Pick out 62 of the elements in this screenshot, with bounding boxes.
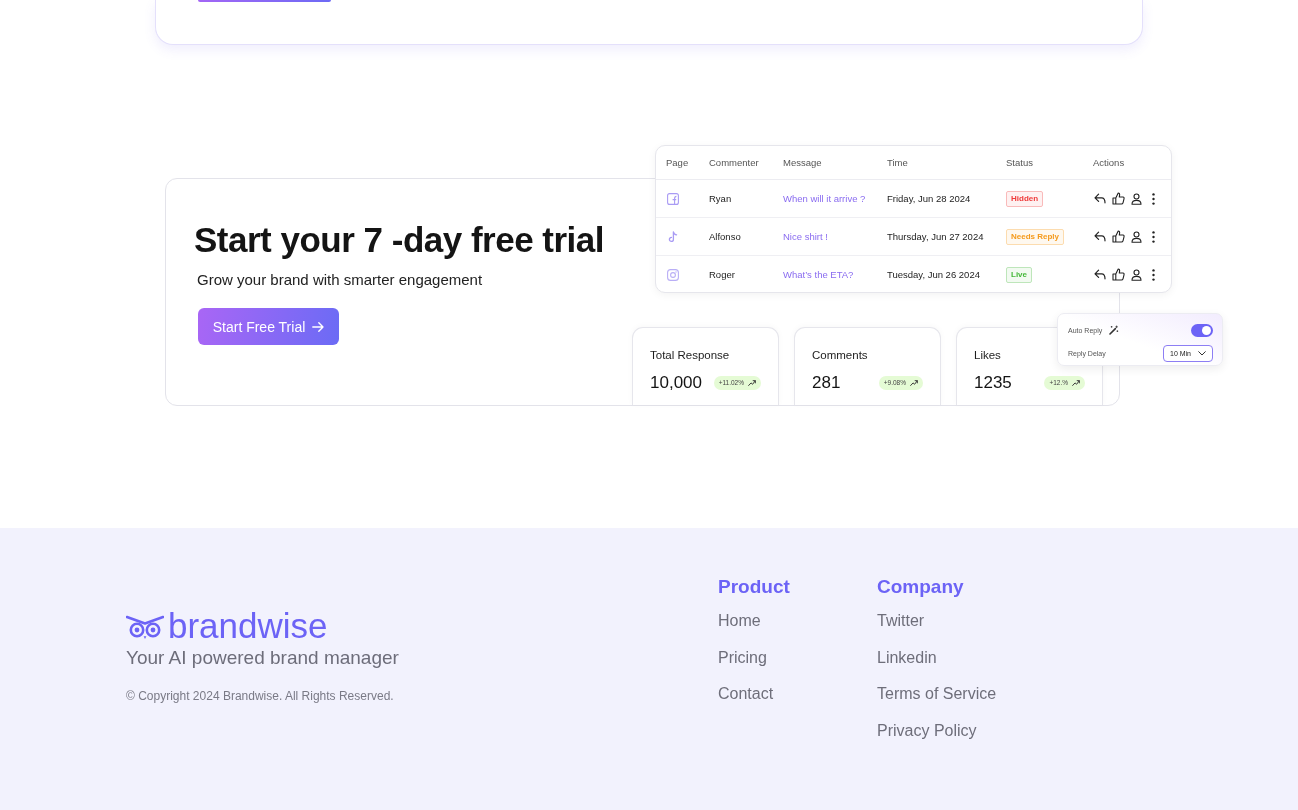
message-text: Nice shirt ! [783, 231, 828, 242]
start-trial-button[interactable]: Start Free Trial [198, 308, 339, 345]
stat-label: Likes [974, 348, 1001, 362]
comment-time: Friday, Jun 28 2024 [887, 193, 971, 204]
stat-label: Comments [812, 348, 868, 362]
auto-reply-toggle[interactable] [1191, 323, 1213, 337]
more-icon[interactable] [1152, 192, 1155, 205]
status-tag: Live [1006, 266, 1032, 283]
footer-link[interactable]: Privacy Policy [877, 720, 977, 741]
person-icon[interactable] [1131, 268, 1142, 281]
reply-icon[interactable] [1094, 231, 1106, 242]
status-tag: Needs Reply [1006, 228, 1065, 245]
brand-name: brandwise [168, 606, 328, 646]
column-header: Page [666, 157, 689, 168]
footer-link[interactable]: Contact [718, 684, 774, 704]
status-tag: Hidden [1006, 190, 1044, 207]
magic-wand-icon [1109, 325, 1120, 335]
camera-icon [667, 268, 679, 281]
reply-icon[interactable] [1094, 193, 1106, 204]
trend-up-icon [1072, 380, 1080, 386]
music-note-icon [667, 230, 679, 243]
more-icon[interactable] [1152, 230, 1155, 243]
copyright-text: © Copyright 2024 Brandwise. All Rights Reserved. [126, 688, 394, 704]
stat-label: Total Response [650, 348, 730, 362]
more-icon[interactable] [1152, 268, 1155, 281]
thumbs-up-icon[interactable] [1112, 268, 1125, 281]
person-icon[interactable] [1131, 230, 1142, 243]
f-square-icon [667, 192, 679, 205]
comment-time: Tuesday, Jun 26 2024 [887, 269, 980, 280]
stat-value: 1235 [974, 373, 1012, 393]
owl-logo-icon [126, 614, 164, 640]
footer-link[interactable]: Home [718, 611, 761, 631]
cta-title: Start your 7 -day free trial [194, 219, 605, 261]
chevron-down-icon [1198, 350, 1206, 356]
column-header: Actions [1093, 157, 1125, 168]
footer-link[interactable]: Twitter [877, 611, 925, 631]
reply-icon[interactable] [1094, 269, 1106, 280]
message-text: When will it arrive ? [783, 193, 866, 204]
column-header: Time [887, 157, 908, 168]
stat-value: 10,000 [650, 373, 702, 393]
trend-up-icon [910, 380, 918, 386]
arrow-right-icon [312, 320, 325, 333]
person-icon[interactable] [1131, 192, 1142, 205]
column-header: Status [1006, 157, 1033, 168]
footer-heading: Company [877, 576, 964, 598]
thumbs-up-icon[interactable] [1112, 192, 1125, 205]
message-text: What’s the ETA? [783, 269, 854, 280]
stat-value: 281 [812, 373, 841, 393]
trend-up-icon [748, 380, 756, 386]
thumbs-up-icon[interactable] [1112, 230, 1125, 243]
footer-heading: Product [718, 576, 790, 598]
column-header: Commenter [709, 157, 759, 168]
commenter-name: Roger [709, 269, 735, 280]
cta-subtitle: Grow your brand with smarter engagement [197, 270, 483, 290]
column-header: Message [783, 157, 822, 168]
commenter-name: Ryan [709, 193, 732, 204]
commenter-name: Alfonso [709, 231, 741, 242]
footer-link[interactable]: Pricing [718, 647, 767, 668]
footer-link[interactable]: Linkedin [877, 647, 937, 668]
footer-link[interactable]: Terms of Service [877, 684, 997, 704]
comment-time: Thursday, Jun 27 2024 [887, 231, 984, 242]
brand-tagline: Your AI powered brand manager [126, 647, 399, 669]
